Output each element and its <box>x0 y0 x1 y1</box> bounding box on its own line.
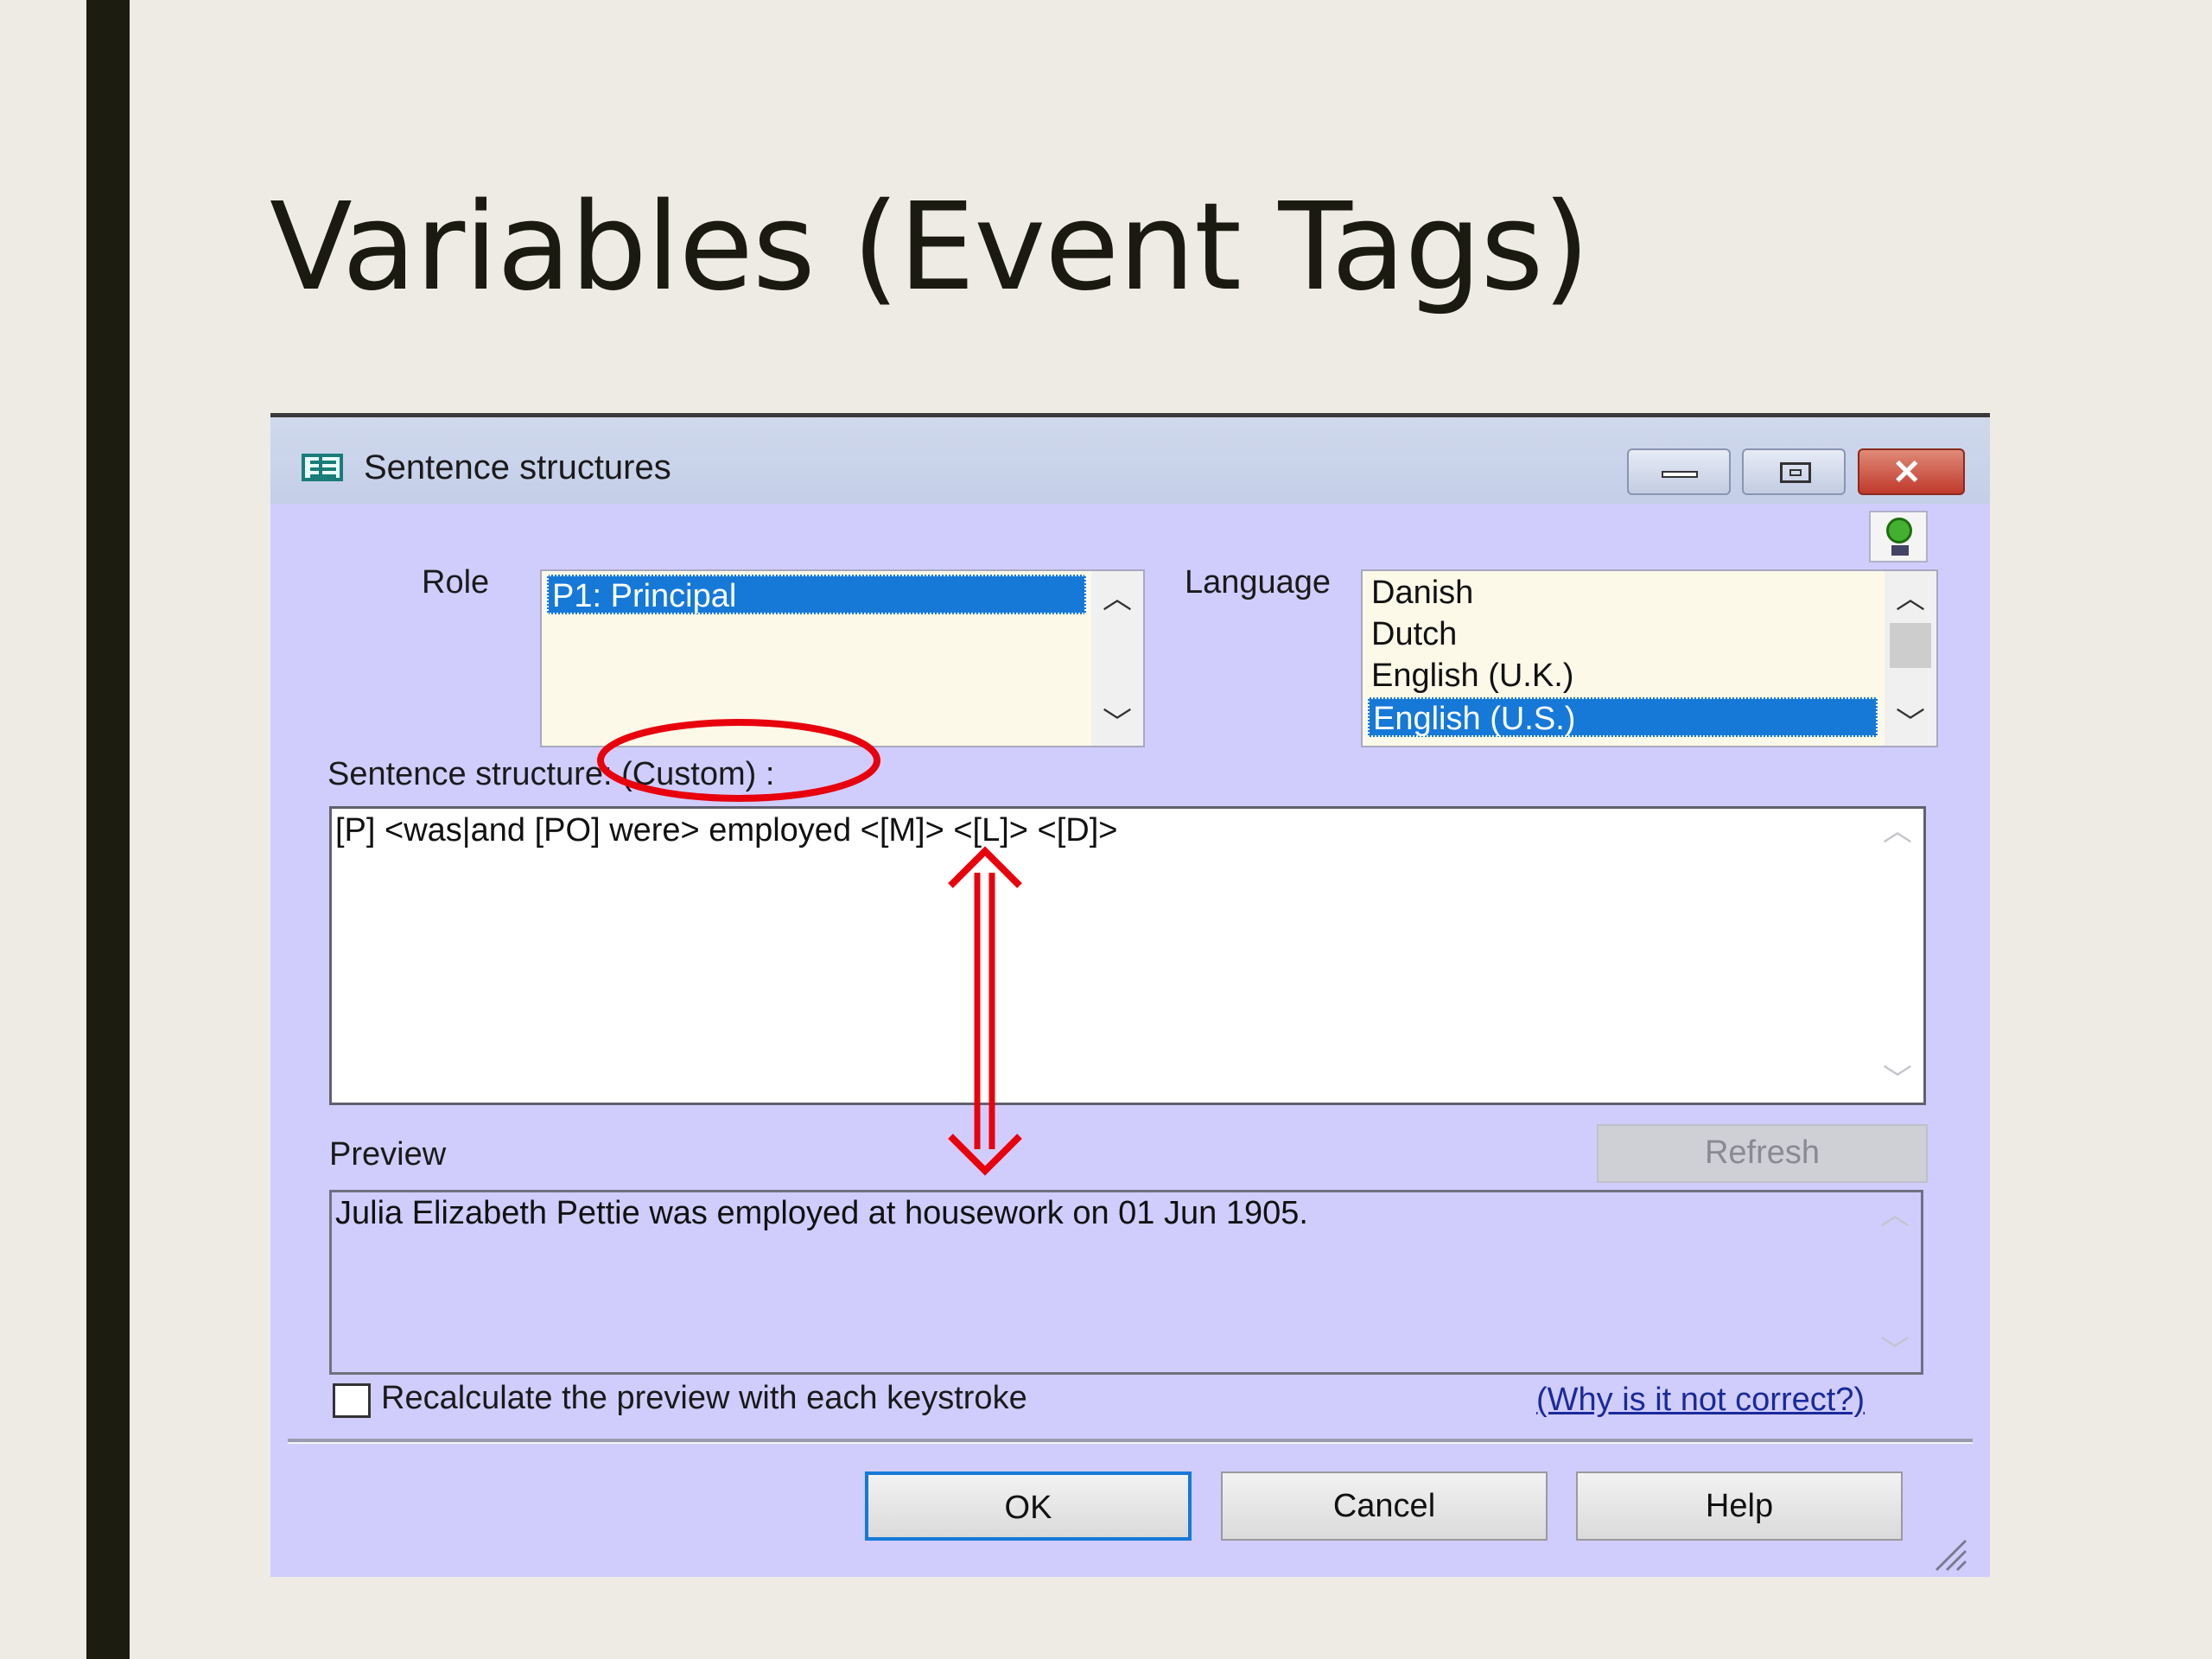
language-scroll-thumb[interactable] <box>1890 623 1931 668</box>
preview-label: Preview <box>329 1136 447 1173</box>
language-item-danish[interactable]: Danish <box>1368 573 1878 613</box>
role-listbox[interactable]: P1: Principal ︿ ﹀ <box>540 569 1145 747</box>
chevron-up-icon[interactable]: ︿ <box>1885 582 1936 616</box>
maximize-button[interactable] <box>1742 448 1846 495</box>
ok-button[interactable]: OK <box>865 1471 1192 1541</box>
dialog-title: Sentence structures <box>364 448 671 486</box>
tips-button[interactable] <box>1869 511 1928 563</box>
sentence-structures-dialog: Sentence structures ✕ Role P1: Principal… <box>270 413 1990 1577</box>
preview-output: Julia Elizabeth Pettie was employed at h… <box>329 1190 1923 1375</box>
cancel-button[interactable]: Cancel <box>1221 1471 1548 1541</box>
help-button[interactable]: Help <box>1576 1471 1903 1541</box>
chevron-down-icon[interactable]: ﹀ <box>1869 1334 1921 1369</box>
chevron-down-icon[interactable]: ﹀ <box>1885 706 1936 741</box>
chevron-up-icon[interactable]: ︿ <box>1872 814 1923 849</box>
close-button[interactable]: ✕ <box>1858 448 1965 495</box>
sentence-structure-input[interactable]: [P] <was|and [PO] were> employed <[M]> <… <box>329 806 1926 1105</box>
role-label: Role <box>422 564 490 601</box>
language-item-dutch[interactable]: Dutch <box>1368 614 1878 654</box>
role-scrollbar[interactable]: ︿ ﹀ <box>1091 571 1143 746</box>
slide-accent-bar <box>86 0 130 1659</box>
preview-scrollbar[interactable]: ︿ ﹀ <box>1869 1192 1921 1372</box>
lightbulb-icon <box>1886 518 1912 543</box>
language-scrollbar[interactable]: ︿ ﹀ <box>1885 571 1936 746</box>
maximize-icon <box>1780 462 1811 483</box>
dialog-titlebar[interactable]: Sentence structures ✕ <box>270 417 1990 504</box>
chevron-up-icon[interactable]: ︿ <box>1091 582 1143 616</box>
language-item-english-us[interactable]: English (U.S.) <box>1368 697 1878 737</box>
preview-value: Julia Elizabeth Pettie was employed at h… <box>335 1195 1308 1231</box>
minimize-icon <box>1662 471 1698 478</box>
language-item-english-uk[interactable]: English (U.K.) <box>1368 656 1878 696</box>
close-icon: ✕ <box>1892 454 1922 492</box>
lightbulb-base <box>1891 545 1909 556</box>
chevron-down-icon[interactable]: ﹀ <box>1872 1063 1923 1097</box>
sentence-structure-value: [P] <was|and [PO] were> employed <[M]> <… <box>335 812 1118 849</box>
slide-title: Variables (Event Tags) <box>270 177 1590 318</box>
resize-grip-icon[interactable] <box>1928 1532 1969 1573</box>
recalculate-label[interactable]: Recalculate the preview with each keystr… <box>381 1380 1027 1417</box>
button-separator <box>288 1439 1973 1444</box>
role-item-principal[interactable]: P1: Principal <box>547 575 1086 614</box>
language-label: Language <box>1185 564 1332 601</box>
sentence-structures-app-icon <box>302 454 343 481</box>
language-listbox[interactable]: Danish Dutch English (U.K.) English (U.S… <box>1361 569 1938 747</box>
refresh-button[interactable]: Refresh <box>1597 1124 1928 1183</box>
chevron-up-icon[interactable]: ︿ <box>1869 1198 1921 1232</box>
chevron-down-icon[interactable]: ﹀ <box>1091 706 1143 741</box>
sentence-structure-label: Sentence structure: (Custom) : <box>327 756 775 792</box>
why-not-correct-link[interactable]: (Why is it not correct?) <box>1536 1382 1865 1419</box>
recalculate-checkbox[interactable] <box>333 1383 371 1418</box>
structure-scrollbar[interactable]: ︿ ﹀ <box>1872 809 1923 1103</box>
minimize-button[interactable] <box>1627 448 1731 495</box>
